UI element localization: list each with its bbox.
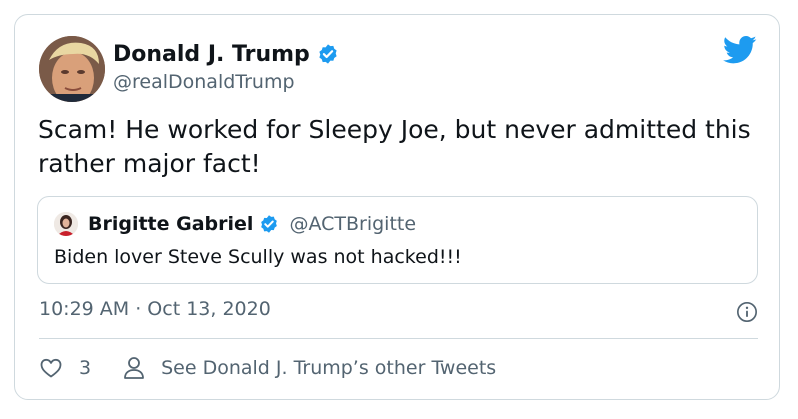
see-other-tweets-link[interactable]: See Donald J. Trump’s other Tweets	[161, 357, 496, 379]
quoted-tweet[interactable]: Brigitte Gabriel @ACTBrigitte Biden love…	[37, 196, 758, 284]
quoted-author-avatar[interactable]	[54, 212, 78, 236]
info-icon[interactable]	[736, 301, 758, 323]
tweet-timestamp[interactable]: 10:29 AM · Oct 13, 2020	[39, 298, 271, 320]
person-icon[interactable]	[123, 356, 145, 380]
verified-badge-icon	[261, 215, 278, 233]
verified-badge-icon	[319, 44, 337, 64]
divider	[39, 338, 758, 339]
author-name[interactable]: Donald J. Trump	[113, 42, 310, 67]
like-count: 3	[79, 357, 92, 379]
quoted-author-handle[interactable]: @ACTBrigitte	[289, 213, 416, 235]
twitter-bird-icon[interactable]	[723, 35, 757, 65]
quoted-author-name[interactable]: Brigitte Gabriel	[88, 213, 253, 235]
author-avatar[interactable]	[39, 36, 105, 102]
quoted-author-row: Brigitte Gabriel @ACTBrigitte	[88, 210, 416, 238]
quoted-tweet-text: Biden lover Steve Scully was not hacked!…	[54, 246, 462, 268]
heart-icon[interactable]	[39, 356, 63, 380]
author-name-row: Donald J. Trump	[113, 39, 339, 69]
author-handle[interactable]: @realDonaldTrump	[113, 71, 295, 93]
tweet-text: Scam! He worked for Sleepy Joe, but neve…	[38, 115, 751, 178]
tweet-actions: 3 See Donald J. Trump’s other Tweets	[39, 352, 496, 384]
tweet-card[interactable]: Donald J. Trump @realDonaldTrump Scam! H…	[14, 14, 780, 400]
